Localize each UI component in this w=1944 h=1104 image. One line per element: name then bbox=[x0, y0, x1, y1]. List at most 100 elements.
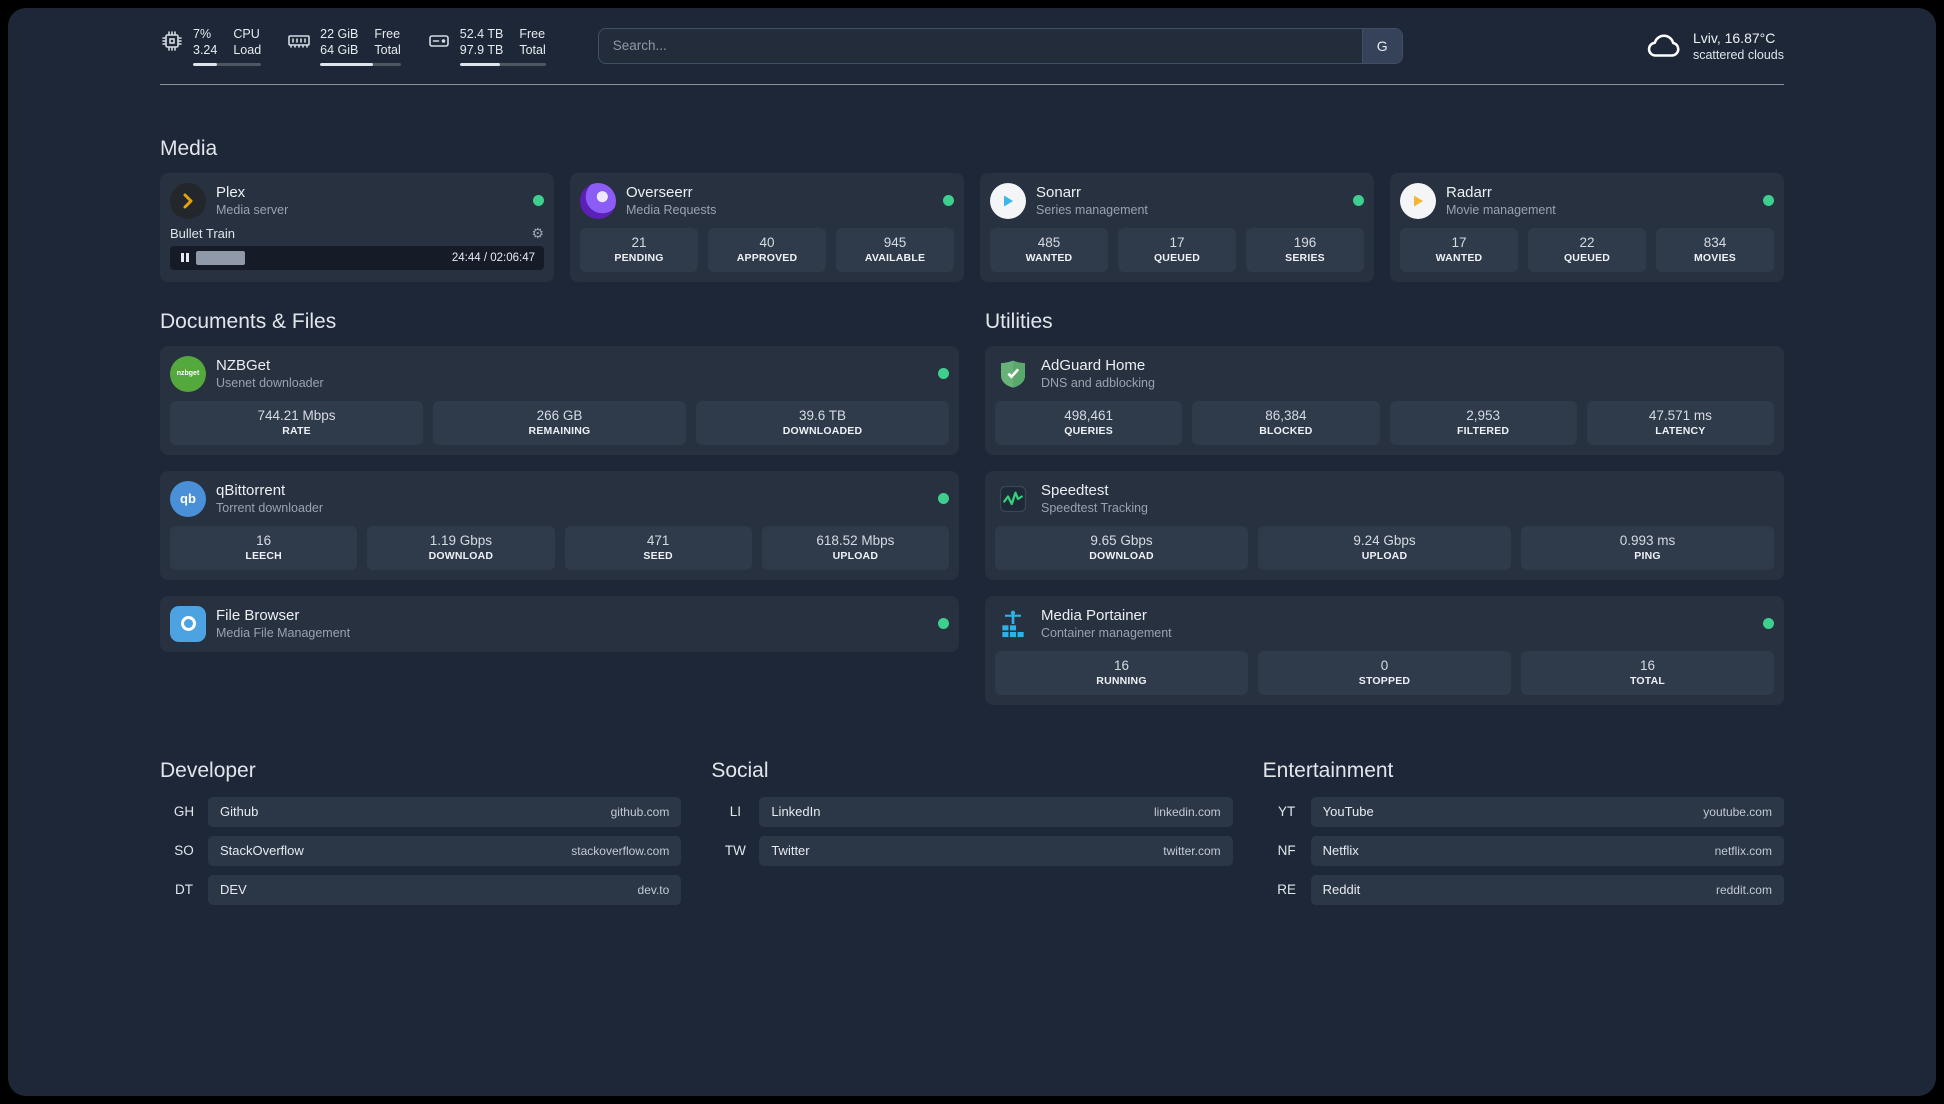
section-media: Media Plex Media server Bullet Train ⚙ 2… bbox=[160, 137, 1784, 282]
bookmark-abbr: DT bbox=[175, 882, 193, 897]
speedtest-icon bbox=[995, 481, 1031, 517]
service-card-speedtest[interactable]: Speedtest Speedtest Tracking 9.65 Gbps DO… bbox=[985, 470, 1784, 580]
portainer-icon bbox=[995, 606, 1031, 642]
overseerr-icon bbox=[580, 182, 616, 219]
stat-available: 945 AVAILABLE bbox=[836, 227, 954, 272]
header-divider bbox=[160, 83, 1784, 85]
service-card-overseerr[interactable]: Overseerr Media Requests 21 PENDING 40 APP… bbox=[570, 172, 964, 282]
stat-ping: 0.993 ms PING bbox=[1521, 525, 1774, 570]
service-card-nzbget[interactable]: nzbget NZBGet Usenet downloader 744.21 M… bbox=[160, 345, 959, 455]
service-description: DNS and adblocking bbox=[1041, 376, 1155, 390]
section-documents: Documents & Files nzbget NZBGet Usenet d… bbox=[160, 310, 959, 652]
stat-queued: 17 QUEUED bbox=[1118, 227, 1236, 272]
bookmark-name: Twitter bbox=[771, 843, 810, 858]
bookmark-group-entertainment: Entertainment YT YouTube youtube.com NF N… bbox=[1263, 759, 1784, 914]
bookmark-linkedin[interactable]: LI LinkedIn linkedin.com bbox=[711, 796, 1233, 827]
service-card-plex[interactable]: Plex Media server Bullet Train ⚙ 24:44 /… bbox=[160, 172, 554, 282]
section-title-social: Social bbox=[711, 758, 769, 782]
cpu-load-value: 3.24 bbox=[193, 43, 218, 58]
stat-wanted: 485 WANTED bbox=[990, 227, 1108, 272]
disk-total-value: 97.9 TB bbox=[459, 43, 504, 58]
memory-icon bbox=[288, 35, 310, 48]
memory-widget: 22 GiB 64 GiB Free Total bbox=[287, 26, 401, 66]
service-description: Torrent downloader bbox=[216, 501, 324, 515]
bookmark-stackoverflow[interactable]: SO StackOverflow stackoverflow.com bbox=[160, 835, 682, 866]
service-description: Series management bbox=[1036, 203, 1148, 217]
service-description: Media Requests bbox=[626, 203, 717, 217]
service-card-sonarr[interactable]: Sonarr Series management 485 WANTED 17 QUE… bbox=[980, 172, 1374, 282]
status-dot bbox=[938, 493, 949, 504]
stat-approved: 40 APPROVED bbox=[708, 227, 826, 272]
bookmark-dev[interactable]: DT DEV dev.to bbox=[160, 874, 682, 905]
cpu-label: CPU bbox=[233, 27, 260, 41]
disk-progress-bar bbox=[459, 62, 546, 66]
search-bar[interactable]: G bbox=[597, 27, 1403, 64]
bookmark-url: reddit.com bbox=[1715, 882, 1772, 897]
service-name: Plex bbox=[216, 184, 246, 201]
bookmark-url: github.com bbox=[610, 804, 670, 819]
bookmark-name: YouTube bbox=[1322, 804, 1374, 819]
service-name: Overseerr bbox=[626, 184, 693, 201]
service-description: Usenet downloader bbox=[216, 376, 324, 390]
stat-download: 9.65 Gbps DOWNLOAD bbox=[995, 525, 1248, 570]
radarr-icon bbox=[1400, 182, 1436, 219]
service-card-radarr[interactable]: Radarr Movie management 17 WANTED 22 QUEUE… bbox=[1390, 172, 1784, 282]
bookmark-url: dev.to bbox=[637, 882, 670, 897]
service-name: Sonarr bbox=[1036, 184, 1082, 201]
service-description: Speedtest Tracking bbox=[1041, 501, 1149, 515]
service-card-filebrowser[interactable]: File Browser Media File Management bbox=[160, 595, 959, 652]
section-title-entertainment: Entertainment bbox=[1262, 758, 1394, 782]
stat-seed: 471 SEED bbox=[564, 525, 752, 570]
bookmark-youtube[interactable]: YT YouTube youtube.com bbox=[1263, 796, 1784, 827]
search-provider-button[interactable]: G bbox=[1361, 28, 1402, 63]
sonarr-icon bbox=[990, 182, 1026, 219]
bookmark-url: youtube.com bbox=[1703, 804, 1772, 819]
gear-icon[interactable]: ⚙ bbox=[531, 226, 544, 240]
stat-remaining: 266 GB REMAINING bbox=[433, 400, 686, 445]
playback-time: 24:44 / 02:06:47 bbox=[451, 251, 535, 264]
service-card-portainer[interactable]: Media Portainer Container management 16 R… bbox=[985, 595, 1784, 705]
bookmark-github[interactable]: GH Github github.com bbox=[160, 796, 682, 827]
bookmark-abbr: GH bbox=[173, 804, 195, 819]
bookmark-name: Reddit bbox=[1322, 882, 1361, 897]
service-card-adguard[interactable]: AdGuard Home DNS and adblocking 498,461 Q… bbox=[985, 345, 1784, 455]
cpu-widget: 7% 3.24 CPU Load bbox=[160, 26, 262, 66]
cpu-percent: 7% bbox=[193, 27, 212, 41]
bookmark-twitter[interactable]: TW Twitter twitter.com bbox=[711, 835, 1233, 866]
bookmark-reddit[interactable]: RE Reddit reddit.com bbox=[1263, 874, 1784, 905]
bookmark-name: Netflix bbox=[1322, 843, 1359, 858]
weather-location: Lviv, 16.87°C bbox=[1692, 29, 1776, 46]
service-card-qbittorrent[interactable]: qb qBittorrent Torrent downloader 16 LEEC… bbox=[160, 470, 959, 580]
cloud-icon bbox=[1647, 34, 1680, 57]
bookmark-netflix[interactable]: NF Netflix netflix.com bbox=[1263, 835, 1784, 866]
status-dot bbox=[533, 195, 544, 206]
section-title-developer: Developer bbox=[160, 758, 256, 782]
service-description: Media server bbox=[216, 203, 289, 217]
service-name: AdGuard Home bbox=[1041, 357, 1146, 374]
search-input[interactable] bbox=[598, 38, 1362, 54]
memory-free-value: 22 GiB bbox=[320, 27, 359, 41]
qbittorrent-icon: qb bbox=[170, 480, 206, 517]
bookmark-abbr: SO bbox=[174, 843, 194, 858]
top-bar: 7% 3.24 CPU Load 22 GiB 64 GiB Free Tota… bbox=[160, 26, 1784, 66]
stat-wanted: 17 WANTED bbox=[1400, 227, 1518, 272]
memory-progress-bar bbox=[320, 62, 401, 66]
stat-downloaded: 39.6 TB DOWNLOADED bbox=[696, 400, 949, 445]
service-name: qBittorrent bbox=[216, 482, 286, 499]
bookmark-name: LinkedIn bbox=[771, 804, 821, 819]
disk-free-value: 52.4 TB bbox=[459, 27, 504, 41]
disk-icon bbox=[428, 35, 449, 47]
memory-total-value: 64 GiB bbox=[320, 43, 359, 58]
section-utilities: Utilities AdGuard Home DNS and adblockin… bbox=[985, 310, 1784, 705]
bookmark-group-developer: Developer GH Github github.com SO StackOv… bbox=[160, 758, 682, 914]
pause-button[interactable] bbox=[174, 252, 196, 264]
stat-queries: 498,461 QUERIES bbox=[995, 400, 1183, 445]
status-dot bbox=[938, 368, 949, 379]
service-name: Media Portainer bbox=[1041, 607, 1147, 624]
cpu-load-label: Load bbox=[233, 43, 262, 58]
stat-leech: 16 LEECH bbox=[170, 525, 358, 570]
service-name: File Browser bbox=[216, 607, 300, 624]
stat-upload: 9.24 Gbps UPLOAD bbox=[1258, 525, 1511, 570]
nzbget-icon: nzbget bbox=[170, 355, 206, 392]
stat-filtered: 2,953 FILTERED bbox=[1389, 400, 1577, 445]
